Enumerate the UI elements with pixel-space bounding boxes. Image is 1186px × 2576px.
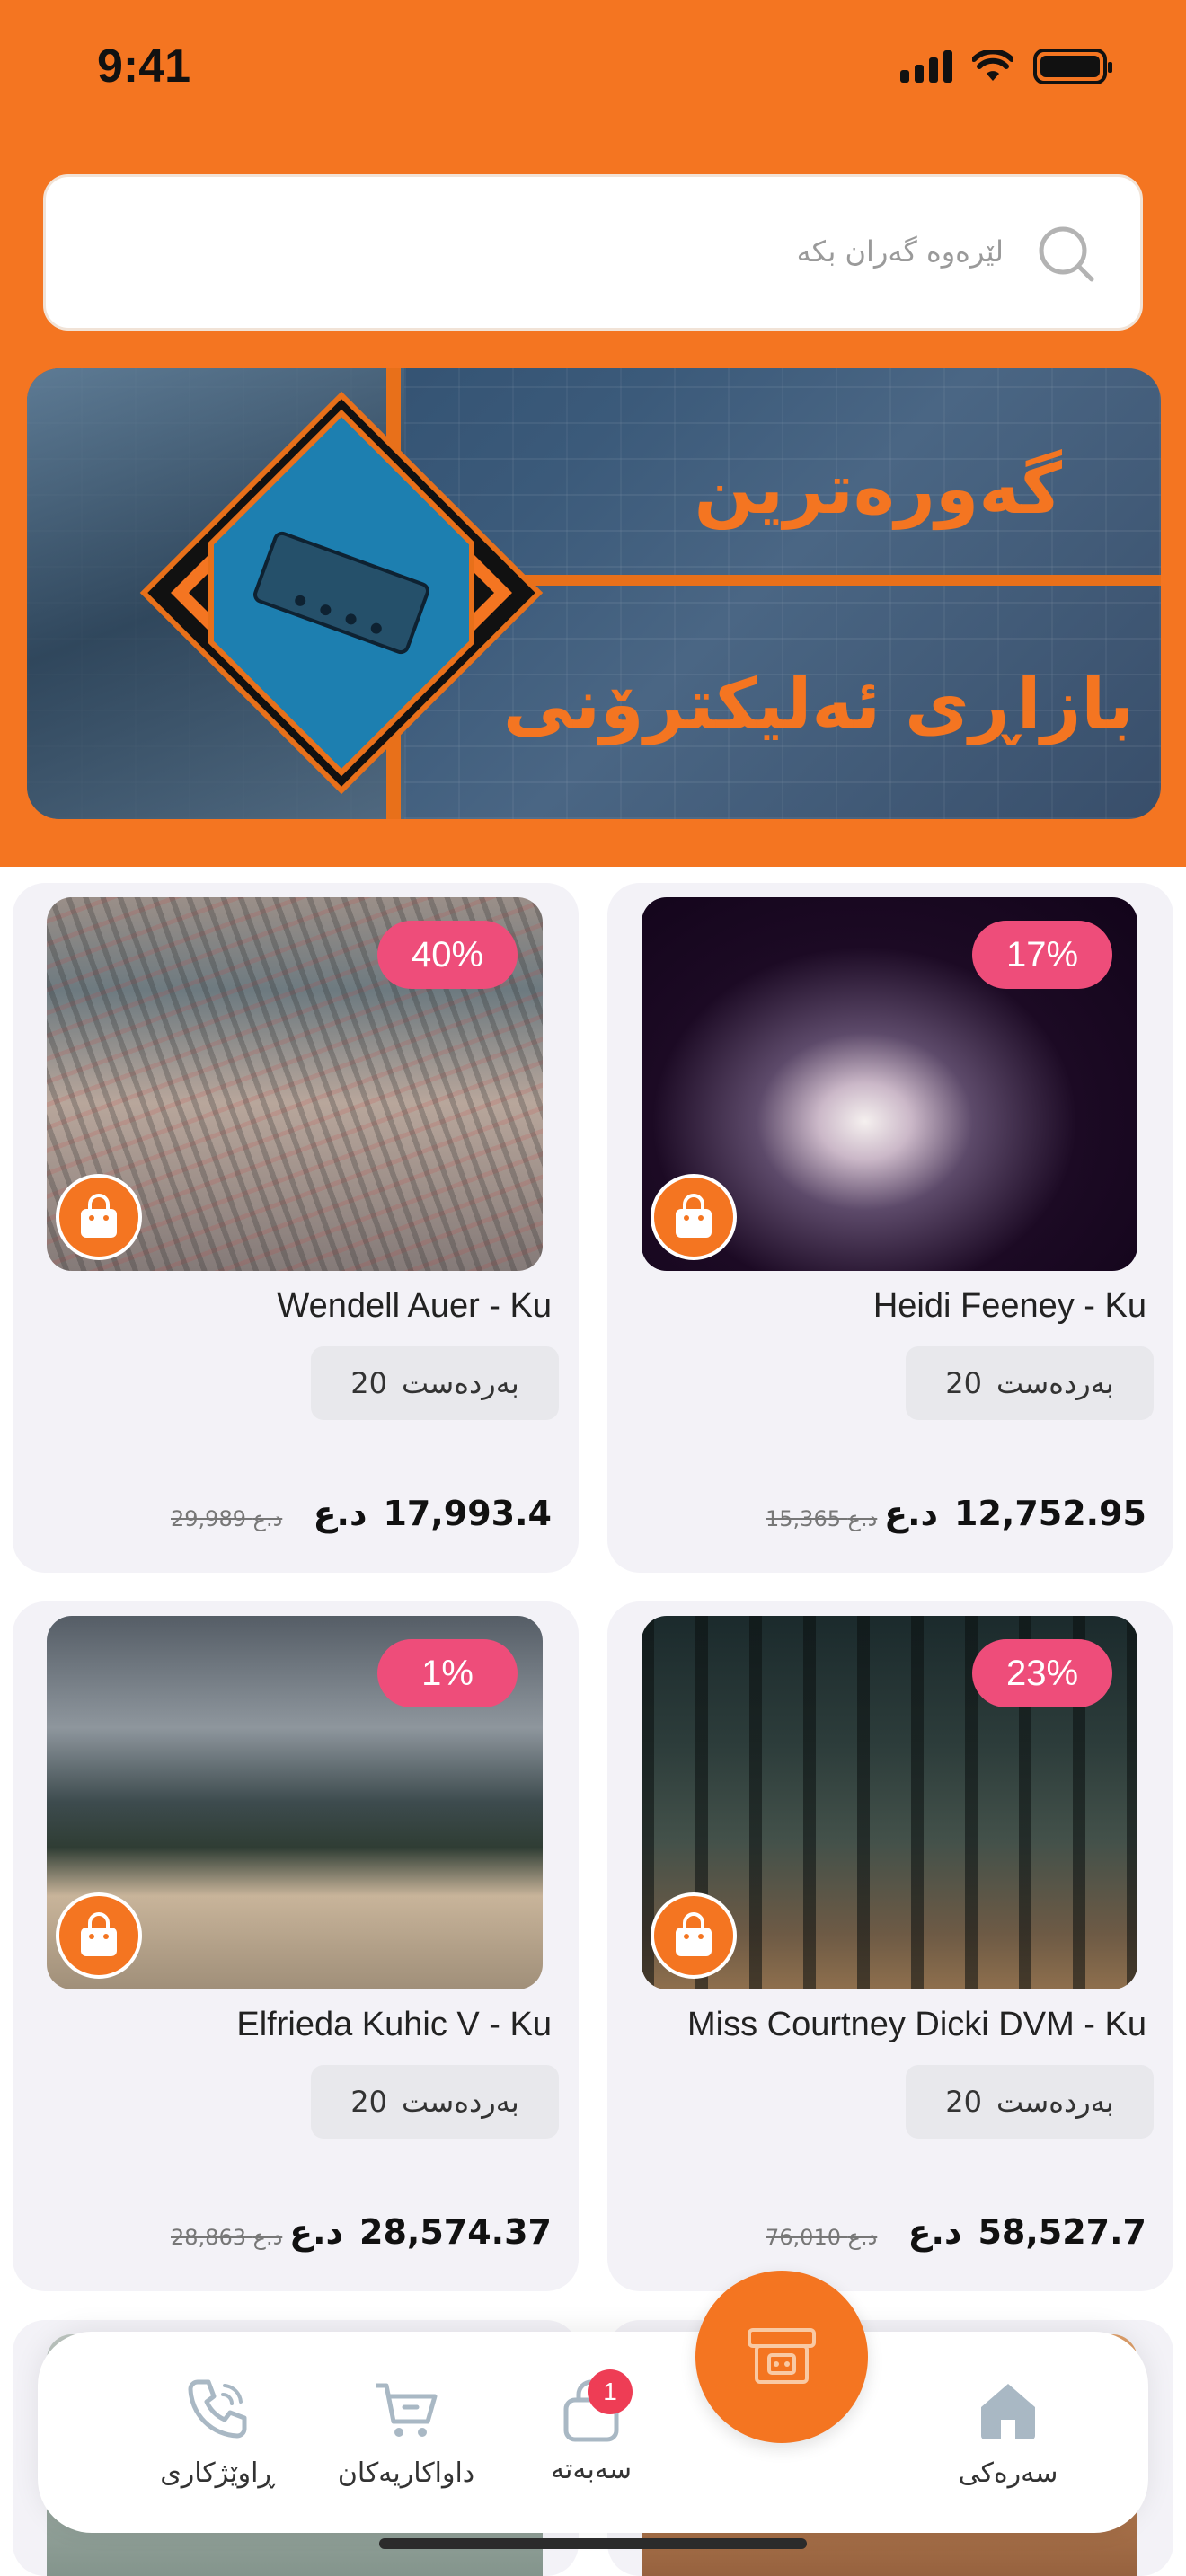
discount-badge: 17% (972, 921, 1112, 989)
discount-badge: 40% (377, 921, 518, 989)
search-icon (1039, 226, 1094, 282)
shopping-bag-icon (676, 1194, 712, 1238)
stock-label: بەردەست (996, 2085, 1114, 2119)
stock-indicator: بەردەست 20 (906, 2065, 1154, 2139)
product-image: 23% (642, 1616, 1137, 1989)
signal-icon (900, 50, 952, 83)
search-input[interactable]: لێرەوە گەران بکە (43, 174, 1143, 331)
wifi-icon (972, 50, 1013, 81)
nav-home-label: سەرەکی (958, 2457, 1058, 2489)
shopping-bag-icon (81, 1912, 117, 1956)
nav-home[interactable]: سەرەکی (918, 2373, 1098, 2489)
price: 28,574.37 (359, 2212, 552, 2252)
stock-indicator: بەردەست 20 (311, 1346, 559, 1420)
home-indicator (379, 2538, 807, 2549)
nav-orders-label: داواکاریەکان (337, 2457, 475, 2489)
store-icon (748, 2328, 816, 2384)
banner-title: گەورەترین (694, 449, 1062, 530)
discount-badge: 1% (377, 1639, 518, 1707)
product-name: Heidi Feeney - Ku (872, 1287, 1146, 1325)
price-row: د.ع 17,993.4 (174, 1494, 552, 1533)
nav-support[interactable]: ڕاوێژکاری (128, 2373, 307, 2489)
home-icon (981, 2384, 1035, 2439)
search-placeholder: لێرەوە گەران بکە (796, 234, 1004, 269)
stock-indicator: بەردەست 20 (906, 1346, 1154, 1420)
stock-count: 20 (350, 1366, 387, 1400)
product-image: 17% (642, 897, 1137, 1271)
stock-count: 20 (945, 1366, 982, 1400)
price-row: د.ع 58,527.7 (769, 2212, 1146, 2252)
price: 17,993.4 (383, 1494, 552, 1533)
product-card[interactable]: 23% Miss Courtney Dicki DVM - Ku بەردەست… (607, 1601, 1173, 2291)
shopping-bag-icon (81, 1194, 117, 1238)
nav-orders[interactable]: داواکاریەکان (316, 2373, 496, 2489)
price: 12,752.95 (954, 1494, 1146, 1533)
status-bar: 9:41 (0, 0, 1186, 135)
discount-badge: 23% (972, 1639, 1112, 1707)
product-card[interactable]: 40% Wendell Auer - Ku بەردەست 20 29,989 … (13, 883, 579, 1573)
cart-icon (376, 2383, 438, 2437)
status-time: 9:41 (97, 40, 191, 93)
product-name: Wendell Auer - Ku (277, 1287, 552, 1325)
cart-count-badge: 1 (588, 2369, 633, 2414)
add-to-bag-button[interactable] (56, 1892, 142, 1979)
product-image: 1% (47, 1616, 543, 1989)
stock-indicator: بەردەست 20 (311, 2065, 559, 2139)
nav-cart-label: سەبەتە (550, 2454, 633, 2485)
add-to-bag-button[interactable] (651, 1174, 737, 1260)
cart-bag-icon: 1 (555, 2369, 633, 2445)
stock-count: 20 (945, 2085, 982, 2119)
phone-icon (188, 2379, 247, 2439)
nav-cart[interactable]: 1 سەبەتە (501, 2369, 681, 2485)
currency-label: د.ع (289, 2212, 344, 2252)
banner-subtitle: بازاڕی ئەلیکترۆنی (502, 665, 1134, 745)
price: 58,527.7 (978, 2212, 1146, 2252)
currency-label: د.ع (907, 2212, 962, 2252)
currency-label: د.ع (313, 1494, 367, 1533)
shopping-bag-icon (676, 1912, 712, 1956)
header: 9:41 لێرەوە گەران بکە گەورەترین بازاڕی ئ… (0, 0, 1186, 867)
product-name: Elfrieda Kuhic V - Ku (236, 2006, 552, 2043)
bottom-navigation: سەرەکی 1 سەبەتە داواکاریەکان ڕاوێژکاری (38, 2332, 1148, 2533)
price-row: د.ع 28,574.37 (174, 2212, 552, 2252)
product-image: 40% (47, 897, 543, 1271)
price-row: د.ع 12,752.95 (769, 1494, 1146, 1533)
currency-label: د.ع (884, 1494, 939, 1533)
stock-label: بەردەست (401, 1366, 519, 1400)
stock-label: بەردەست (996, 1366, 1114, 1400)
add-to-bag-button[interactable] (651, 1892, 737, 1979)
product-card[interactable]: 1% Elfrieda Kuhic V - Ku بەردەست 20 28,8… (13, 1601, 579, 2291)
banner-device-graphic (139, 391, 544, 795)
add-to-bag-button[interactable] (56, 1174, 142, 1260)
stock-count: 20 (350, 2085, 387, 2119)
promo-banner[interactable]: گەورەترین بازاڕی ئەلیکترۆنی (27, 368, 1161, 819)
store-fab-button[interactable] (695, 2271, 868, 2443)
battery-icon (1033, 49, 1112, 84)
product-name: Miss Courtney Dicki DVM - Ku (687, 2006, 1146, 2043)
stock-label: بەردەست (401, 2085, 519, 2119)
product-card[interactable]: 17% Heidi Feeney - Ku بەردەست 20 15,365 … (607, 883, 1173, 1573)
nav-support-label: ڕاوێژکاری (160, 2457, 275, 2489)
status-icons (900, 49, 1112, 84)
